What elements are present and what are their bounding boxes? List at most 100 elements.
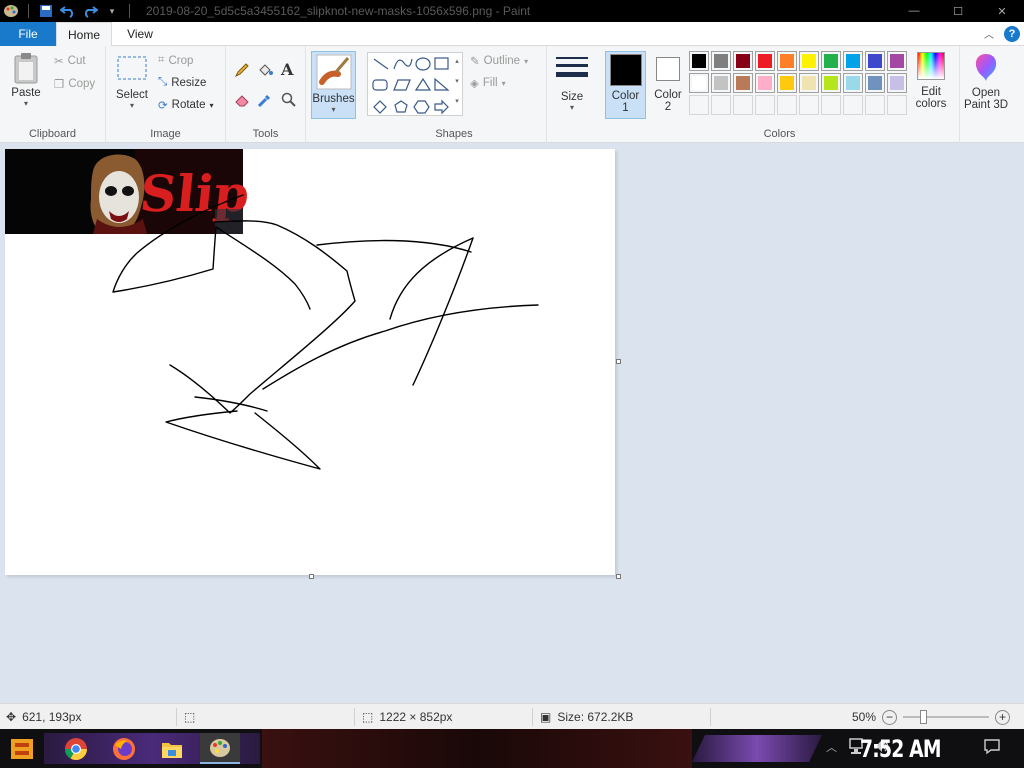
zoom-out-button[interactable]: −	[882, 709, 897, 725]
shapes-group: ▴ ▾ ▾ ✎ Outline ▾ ◈ Fill ▾ Shapes	[362, 46, 547, 143]
action-center-icon[interactable]	[983, 737, 1001, 758]
maximize-button[interactable]: ☐	[936, 0, 980, 22]
close-button[interactable]: ✕	[980, 0, 1024, 22]
palette-swatch[interactable]	[777, 51, 797, 71]
paste-button[interactable]: Paste ▾	[6, 52, 46, 108]
palette-swatch[interactable]	[821, 73, 841, 93]
eraser-tool[interactable]	[234, 92, 250, 108]
fill-icon: ◈	[470, 78, 479, 90]
palette-swatch[interactable]	[711, 73, 731, 93]
help-icon[interactable]: ?	[1004, 26, 1020, 42]
rotate-icon: ⟳	[158, 100, 168, 112]
palette-swatch[interactable]	[799, 51, 819, 71]
zoom-in-button[interactable]: +	[995, 709, 1010, 725]
palette-swatch[interactable]	[733, 95, 753, 115]
crop-button[interactable]: ⌗ Crop	[158, 54, 193, 67]
tab-home[interactable]: Home	[56, 22, 112, 47]
palette-swatch[interactable]	[887, 51, 907, 71]
colors-group: Color 1 Color 2 Edit colors Colors	[600, 46, 960, 143]
palette-swatch[interactable]	[733, 73, 753, 93]
image-group: Select ▾ ⌗ Crop ⤡ Resize ⟳ Rotate ▾ Imag…	[106, 46, 226, 143]
shapes-scroll[interactable]: ▴ ▾ ▾	[452, 52, 462, 116]
copy-button[interactable]: ❐ Copy	[54, 77, 95, 91]
palette-swatch[interactable]	[733, 51, 753, 71]
collapse-ribbon-icon[interactable]: ︿	[984, 26, 994, 41]
color-picker-tool[interactable]	[257, 92, 273, 108]
palette-swatch[interactable]	[777, 95, 797, 115]
minimize-button[interactable]: —	[892, 0, 936, 22]
firefox-taskbar-button[interactable]	[104, 733, 144, 764]
palette-swatch[interactable]	[689, 95, 709, 115]
palette-swatch[interactable]	[799, 95, 819, 115]
cut-button[interactable]: ✂ Cut	[54, 54, 86, 68]
resize-handle-right[interactable]	[616, 359, 621, 364]
palette-swatch[interactable]	[843, 73, 863, 93]
pencil-icon	[234, 62, 250, 78]
palette-swatch[interactable]	[755, 95, 775, 115]
resize-label: Resize	[171, 76, 207, 89]
palette-swatch[interactable]	[689, 73, 709, 93]
fill-button[interactable]: ◈ Fill ▾	[470, 76, 506, 90]
outline-button[interactable]: ✎ Outline ▾	[470, 54, 528, 68]
palette-swatch[interactable]	[821, 51, 841, 71]
edit-colors-label: Edit	[921, 86, 941, 98]
paint-app-icon[interactable]	[0, 0, 22, 22]
edit-colors-button[interactable]: Edit colors	[910, 52, 952, 110]
brushes-button[interactable]: Brushes ▾	[311, 51, 356, 119]
palette-swatch[interactable]	[711, 51, 731, 71]
color2-label: Color	[654, 89, 682, 101]
taskbar-skin-right	[692, 735, 822, 762]
resize-handle-corner[interactable]	[616, 574, 621, 579]
taskbar-skin-center	[262, 729, 692, 768]
palette-swatch[interactable]	[755, 73, 775, 93]
color1-button[interactable]: Color 1	[605, 51, 646, 119]
file-explorer-taskbar-button[interactable]	[152, 733, 192, 764]
clipboard-group-label: Clipboard	[28, 128, 77, 140]
crop-icon: ⌗	[158, 54, 165, 66]
palette-swatch[interactable]	[711, 95, 731, 115]
text-tool[interactable]: A	[281, 60, 293, 79]
paint-taskbar-button[interactable]	[200, 733, 240, 764]
palette-swatch[interactable]	[887, 95, 907, 115]
start-button[interactable]	[2, 733, 42, 764]
customize-toolbar-icon[interactable]: ▾	[101, 0, 123, 22]
color2-button[interactable]: Color 2	[650, 51, 686, 113]
palette-swatch[interactable]	[843, 95, 863, 115]
palette-swatch[interactable]	[755, 51, 775, 71]
save-icon[interactable]	[35, 0, 57, 22]
magnifier-tool[interactable]	[281, 92, 297, 108]
palette-swatch[interactable]	[821, 95, 841, 115]
resize-button[interactable]: ⤡ Resize	[158, 76, 206, 89]
rotate-button[interactable]: ⟳ Rotate ▾	[158, 98, 214, 112]
zoom-slider-thumb[interactable]	[920, 710, 927, 724]
resize-handle-bottom[interactable]	[309, 574, 314, 579]
select-button[interactable]: Select ▾	[112, 54, 152, 110]
palette-swatch[interactable]	[799, 73, 819, 93]
palette-swatch[interactable]	[865, 51, 885, 71]
palette-swatch[interactable]	[865, 95, 885, 115]
palette-swatch[interactable]	[777, 73, 797, 93]
chrome-taskbar-button[interactable]	[56, 733, 96, 764]
menu-tabs: File Home View ︿ ?	[0, 22, 1024, 47]
open-paint3d-button[interactable]: Open Paint 3D	[962, 52, 1010, 111]
show-hidden-icons[interactable]: ︿	[826, 739, 837, 755]
pencil-tool[interactable]	[234, 62, 250, 78]
palette-swatch[interactable]	[887, 73, 907, 93]
zoom-slider[interactable]	[903, 710, 989, 724]
tab-view[interactable]: View	[112, 22, 168, 46]
taskbar-clock[interactable]: 7:52 AM	[860, 735, 942, 763]
palette-swatch[interactable]	[865, 73, 885, 93]
drawing-canvas[interactable]: Slip	[5, 149, 615, 575]
fill-tool[interactable]	[257, 62, 273, 78]
undo-icon[interactable]	[57, 0, 79, 22]
size-button[interactable]: Size ▾	[552, 54, 592, 112]
colors-group-label: Colors	[763, 128, 796, 140]
freehand-strokes	[112, 194, 539, 470]
redo-icon[interactable]	[79, 0, 101, 22]
palette-swatch[interactable]	[689, 51, 709, 71]
tab-file[interactable]: File	[0, 22, 56, 46]
palette-swatch[interactable]	[843, 51, 863, 71]
shapes-gallery[interactable]	[367, 52, 463, 116]
color2-swatch	[656, 57, 680, 81]
cursor-position: 621, 193px	[22, 710, 82, 724]
